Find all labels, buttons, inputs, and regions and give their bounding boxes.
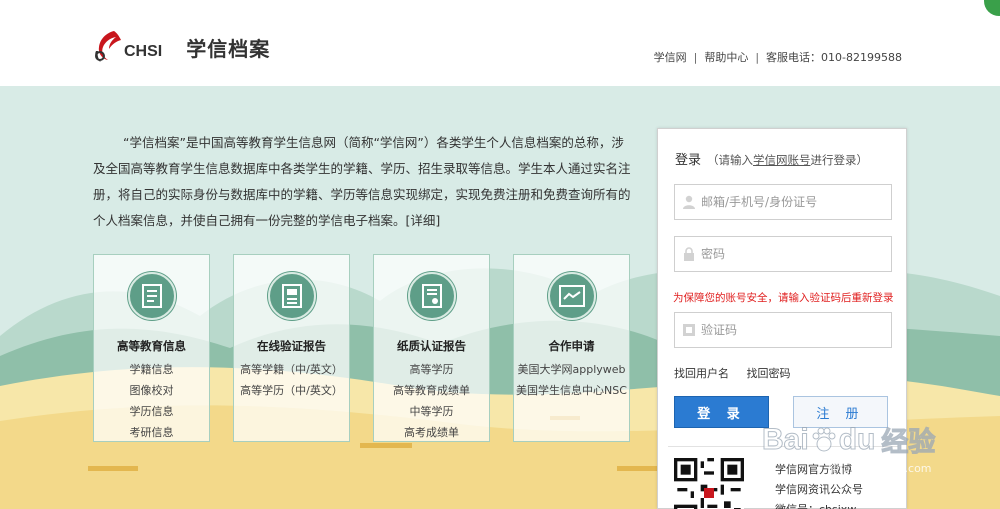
login-header: 登录 （请输入学信网账号进行登录） bbox=[675, 149, 868, 168]
card-higher-education-info[interactable]: 高等教育信息 学籍信息 图像校对 学历信息 考研信息 bbox=[93, 254, 210, 442]
watermark-text: Bai bbox=[762, 422, 810, 456]
report-icon bbox=[267, 272, 316, 320]
site-title: 学信档案 bbox=[186, 36, 271, 61]
chsi-logo[interactable]: CHSI 学信档案 bbox=[92, 26, 270, 66]
username-input[interactable] bbox=[701, 195, 881, 209]
phoenix-logo-icon bbox=[95, 31, 121, 62]
service-phone: 客服电话：010-82199588 bbox=[766, 51, 902, 64]
link-chsi[interactable]: 学信网 bbox=[654, 49, 687, 65]
logo-chsi-text: CHSI bbox=[124, 43, 163, 60]
separator: | bbox=[755, 50, 760, 64]
paper-certificate-icon bbox=[407, 272, 456, 320]
captcha-input[interactable] bbox=[701, 323, 881, 337]
card-link[interactable]: 高等教育成绩单 bbox=[374, 380, 489, 401]
password-input[interactable] bbox=[701, 247, 881, 261]
login-button[interactable]: 登 录 bbox=[674, 396, 769, 428]
watermark-cn: 经验 bbox=[881, 427, 936, 459]
baidu-jingyan-watermark: Bai du 经验 bbox=[762, 420, 936, 459]
card-link[interactable]: 高考成绩单 bbox=[374, 422, 489, 443]
watermark-text-2: du bbox=[838, 422, 876, 456]
separator: | bbox=[693, 50, 698, 64]
handshake-icon bbox=[547, 272, 596, 320]
intro-more-link[interactable]: [详细] bbox=[406, 213, 441, 228]
intro-paragraph: “学信档案”是中国高等教育学生信息网（简称“学信网”）各类学生个人信息档案的总称… bbox=[93, 130, 633, 234]
username-field[interactable] bbox=[674, 184, 892, 220]
card-title: 在线验证报告 bbox=[257, 339, 326, 353]
card-cooperation-application[interactable]: 合作申请 美国大学网applyweb 美国学生信息中心NSC bbox=[513, 254, 630, 442]
find-username-link[interactable]: 找回用户名 bbox=[674, 367, 729, 380]
card-link[interactable]: 图像校对 bbox=[94, 380, 209, 401]
card-title: 合作申请 bbox=[548, 339, 595, 353]
recovery-links: 找回用户名 找回密码 bbox=[674, 365, 805, 381]
site-header: CHSI 学信档案 学信网 | 帮助中心 | 客服电话：010-82199588 bbox=[0, 0, 1000, 86]
password-field[interactable] bbox=[674, 236, 892, 272]
card-link[interactable]: 高等学籍（中/英文） bbox=[234, 359, 349, 380]
watermark-url: jingyan.baidu.com bbox=[830, 462, 932, 475]
card-link[interactable]: 学历信息 bbox=[94, 401, 209, 422]
find-password-link[interactable]: 找回密码 bbox=[747, 367, 791, 380]
wechat-id: 微信号：chsixw bbox=[775, 500, 863, 509]
card-paper-certification-report[interactable]: 纸质认证报告 高等学历 高等教育成绩单 中等学历 高考成绩单 bbox=[373, 254, 490, 442]
qr-code-icon[interactable] bbox=[674, 458, 744, 509]
captcha-icon bbox=[683, 324, 695, 336]
captcha-field[interactable] bbox=[674, 312, 892, 348]
wechat-account-label: 学信网资讯公众号 bbox=[775, 483, 863, 496]
card-title: 纸质认证报告 bbox=[397, 339, 466, 353]
intro-text: “学信档案”是中国高等教育学生信息网（简称“学信网”）各类学生个人信息档案的总称… bbox=[93, 135, 631, 228]
card-link[interactable]: 学籍信息 bbox=[94, 359, 209, 380]
card-title: 高等教育信息 bbox=[117, 339, 186, 353]
card-link[interactable]: 高等学历 bbox=[374, 359, 489, 380]
card-link[interactable]: 中等学历 bbox=[374, 401, 489, 422]
lock-icon bbox=[684, 247, 694, 261]
card-link[interactable]: 高等学历（中/英文） bbox=[234, 380, 349, 401]
chsi-account-link[interactable]: 学信网账号 bbox=[753, 153, 811, 167]
card-link[interactable]: 美国学生信息中心NSC bbox=[514, 380, 629, 401]
service-cards: 高等教育信息 学籍信息 图像校对 学历信息 考研信息 在线验证报告 高等学籍（中… bbox=[93, 254, 653, 442]
card-link[interactable]: 美国大学网applyweb bbox=[514, 359, 629, 380]
user-icon bbox=[683, 195, 695, 209]
card-link[interactable]: 考研信息 bbox=[94, 422, 209, 443]
link-help-center[interactable]: 帮助中心 bbox=[704, 49, 748, 65]
paw-icon bbox=[812, 427, 836, 451]
card-online-verification-report[interactable]: 在线验证报告 高等学籍（中/英文） 高等学历（中/英文） bbox=[233, 254, 350, 442]
captcha-warning: 为保障您的账号安全，请输入验证码后重新登录 bbox=[673, 292, 894, 304]
document-icon bbox=[127, 272, 176, 320]
top-links: 学信网 | 帮助中心 | 客服电话：010-82199588 bbox=[654, 49, 902, 65]
login-title: 登录 bbox=[675, 153, 702, 168]
login-hint: （请输入学信网账号进行登录） bbox=[707, 153, 869, 167]
